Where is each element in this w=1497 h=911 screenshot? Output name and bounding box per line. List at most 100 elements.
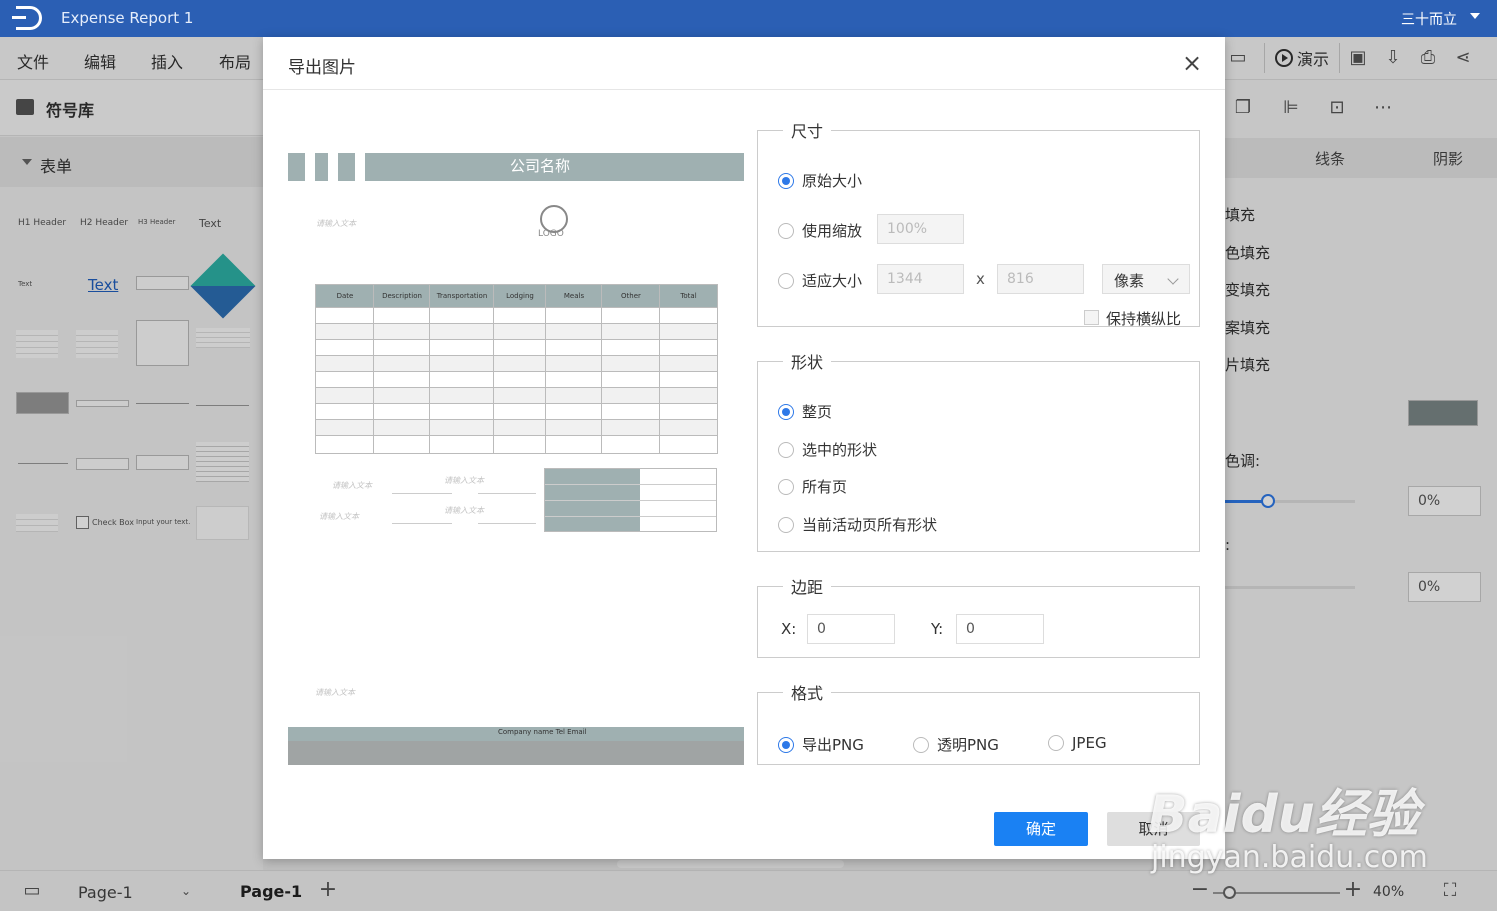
radio-unselected[interactable] xyxy=(778,516,794,533)
preview-table-divider xyxy=(601,285,602,453)
margin-x-input[interactable]: 0 xyxy=(807,614,895,644)
jpeg-option[interactable]: JPEG xyxy=(1048,734,1107,752)
preview-table-row xyxy=(316,387,717,403)
close-icon[interactable]: × xyxy=(1181,51,1203,75)
radio-unselected[interactable] xyxy=(1048,735,1064,751)
size-legend: 尺寸 xyxy=(791,122,824,141)
radio-unselected[interactable] xyxy=(778,222,794,239)
watermark-brand: Baidu经验 xyxy=(1148,785,1419,845)
current-page-shapes-option[interactable]: 当前活动页所有形状 xyxy=(778,514,937,535)
preview-table-row xyxy=(316,307,717,323)
radio-selected[interactable] xyxy=(778,736,794,753)
signature-line xyxy=(478,523,536,524)
app-logo-icon[interactable] xyxy=(12,6,42,30)
scale-option[interactable]: 使用缩放 xyxy=(778,220,862,241)
all-pages-label: 所有页 xyxy=(802,478,848,496)
fit-size-label: 适应大小 xyxy=(802,272,863,290)
preview-table-row xyxy=(316,323,717,339)
current-page-shapes-label: 当前活动页所有形状 xyxy=(802,516,938,534)
fit-size-option[interactable]: 适应大小 xyxy=(778,270,862,291)
whole-page-option[interactable]: 整页 xyxy=(778,401,832,422)
preview-placeholder: 请输入文本 xyxy=(319,512,359,521)
preview-logo-text: LOGO xyxy=(538,229,564,239)
keep-ratio-label[interactable]: 保持横纵比 xyxy=(1106,308,1181,329)
transparent-png-option[interactable]: 透明PNG xyxy=(913,734,999,755)
preview-table-row xyxy=(316,355,717,371)
preview-summary-table xyxy=(544,468,717,532)
margin-x-label: X: xyxy=(781,620,797,638)
export-png-option[interactable]: 导出PNG xyxy=(778,734,864,755)
preview-table-divider xyxy=(373,285,374,453)
shape-legend: 形状 xyxy=(791,353,824,372)
preview-company-name: 公司名称 xyxy=(510,157,571,175)
preview-placeholder: 请输入文本 xyxy=(315,688,355,697)
keep-ratio-checkbox[interactable] xyxy=(1084,310,1099,325)
user-menu-caret-icon[interactable] xyxy=(1470,13,1480,19)
preview-expense-table: Date Description Transportation Lodging … xyxy=(315,284,718,454)
preview-column-header: Total xyxy=(660,285,717,307)
selected-shapes-option[interactable]: 选中的形状 xyxy=(778,439,877,460)
dialog-header: 导出图片 × xyxy=(263,37,1225,90)
preview-column-header: Meals xyxy=(546,285,602,307)
preview-placeholder: 请输入文本 xyxy=(332,481,372,490)
shape-section: 形状 整页 选中的形状 所有页 当前活动页所有形状 xyxy=(757,349,1200,552)
watermark-site: jingyan.baidu.com xyxy=(1151,840,1428,875)
radio-unselected[interactable] xyxy=(913,736,929,753)
all-pages-option[interactable]: 所有页 xyxy=(778,476,847,497)
header-stripe xyxy=(328,153,338,183)
jpeg-label: JPEG xyxy=(1072,734,1107,752)
preview-document: 公司名称 请输入文本 LOGO Date Description Transpo… xyxy=(288,127,744,741)
preview-column-header: Description xyxy=(374,285,430,307)
preview-footer-text: Company name Tel Email xyxy=(498,728,587,736)
preview-column-header: Lodging xyxy=(494,285,546,307)
preview-footer-bar: Company name Tel Email xyxy=(288,727,744,741)
margin-section: 边距 X: 0 Y: 0 xyxy=(757,574,1200,658)
dialog-title: 导出图片 xyxy=(288,58,356,78)
summary-row-line xyxy=(545,500,716,501)
preview-table-divider xyxy=(429,285,430,453)
preview-table-divider xyxy=(659,285,660,453)
preview-column-header: Date xyxy=(316,285,374,307)
radio-unselected[interactable] xyxy=(778,272,794,289)
signature-line xyxy=(392,523,452,524)
preview-table-row xyxy=(316,339,717,355)
export-image-dialog: 导出图片 × 公司名称 请输入文本 LOGO Date Description … xyxy=(263,37,1225,859)
preview-table-divider xyxy=(545,285,546,453)
user-name[interactable]: 三十而立 xyxy=(1401,9,1457,29)
preview-table-row xyxy=(316,435,717,451)
preview-column-header: Other xyxy=(602,285,660,307)
chevron-down-icon xyxy=(1167,273,1179,285)
export-preview: 公司名称 请输入文本 LOGO Date Description Transpo… xyxy=(288,127,744,765)
preview-placeholder-short: 请输入文本 xyxy=(444,506,484,515)
horizontal-scrollbar[interactable] xyxy=(617,860,844,868)
export-png-label: 导出PNG xyxy=(802,736,864,754)
height-input[interactable]: 816 xyxy=(997,264,1084,294)
app-title: Expense Report 1 xyxy=(61,9,194,27)
radio-unselected[interactable] xyxy=(778,441,794,458)
scale-input[interactable]: 100% xyxy=(877,214,964,244)
summary-row-line xyxy=(545,516,716,517)
radio-selected[interactable] xyxy=(778,172,794,189)
scale-label: 使用缩放 xyxy=(802,222,863,240)
margin-y-label: Y: xyxy=(931,620,944,638)
size-section: 尺寸 原始大小 使用缩放 100% 适应大小 1344 x 816 像素 保持横… xyxy=(757,118,1200,329)
margin-y-input[interactable]: 0 xyxy=(956,614,1044,644)
original-size-option[interactable]: 原始大小 xyxy=(778,170,862,191)
transparent-png-label: 透明PNG xyxy=(937,736,999,754)
confirm-button[interactable]: 确定 xyxy=(994,812,1088,846)
summary-row-line xyxy=(545,484,716,485)
selected-shapes-label: 选中的形状 xyxy=(802,441,878,459)
width-input[interactable]: 1344 xyxy=(877,264,964,294)
radio-selected[interactable] xyxy=(778,403,794,420)
preview-column-header: Transportation xyxy=(430,285,494,307)
unit-select[interactable]: 像素 xyxy=(1102,264,1190,294)
unit-label: 像素 xyxy=(1114,272,1145,290)
whole-page-label: 整页 xyxy=(802,403,833,421)
format-legend: 格式 xyxy=(791,684,824,703)
margin-legend: 边距 xyxy=(791,578,824,597)
preview-table-divider xyxy=(493,285,494,453)
radio-unselected[interactable] xyxy=(778,478,794,495)
header-stripe xyxy=(305,153,315,183)
preview-table-row xyxy=(316,371,717,387)
preview-placeholder-short: 请输入文本 xyxy=(444,476,484,485)
